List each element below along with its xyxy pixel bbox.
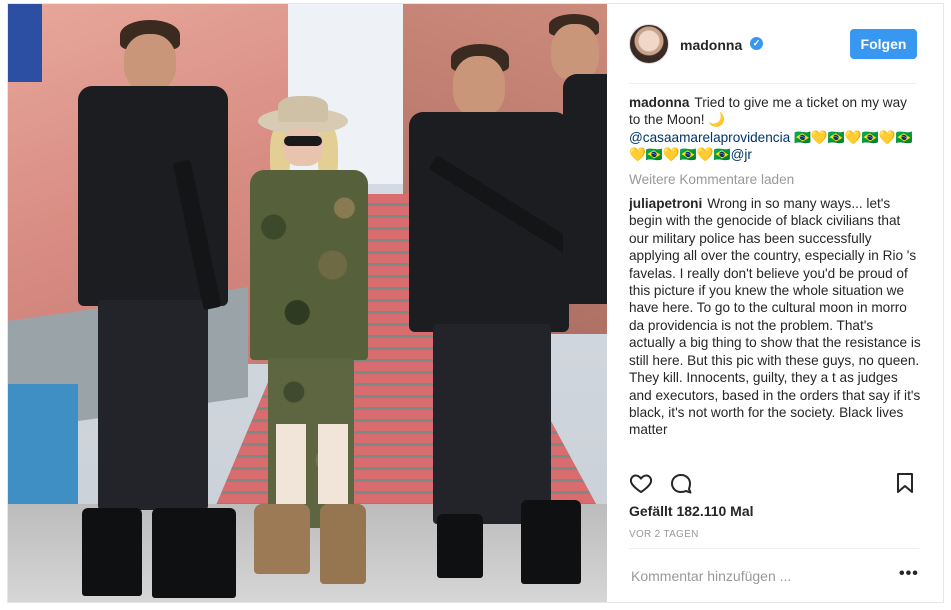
comment-author[interactable]: juliapetroni bbox=[629, 196, 702, 211]
avatar[interactable] bbox=[629, 24, 669, 64]
more-options-icon[interactable]: ••• bbox=[899, 566, 919, 582]
photo-woman-center bbox=[240, 96, 380, 598]
photo-officer-left bbox=[68, 20, 238, 600]
header-divider bbox=[629, 83, 917, 84]
speech-bubble-icon[interactable] bbox=[669, 471, 693, 500]
load-more-comments-link[interactable]: Weitere Kommentare laden bbox=[629, 171, 921, 188]
action-bar bbox=[629, 471, 919, 501]
post-photo[interactable] bbox=[8, 4, 607, 602]
comment-item: juliapetroni Wrong in so many ways... let… bbox=[629, 195, 921, 439]
post-timestamp[interactable]: VOR 2 TAGEN bbox=[629, 529, 699, 540]
post-header: madonna ✓ Folgen bbox=[607, 4, 943, 84]
heart-icon[interactable] bbox=[629, 471, 653, 500]
bookmark-icon[interactable] bbox=[895, 472, 915, 499]
caption-tag-link[interactable]: @casaamarelaprovidencia bbox=[629, 130, 790, 145]
photo-banner bbox=[8, 4, 42, 82]
verified-badge-icon: ✓ bbox=[750, 37, 763, 50]
post-side-panel: madonna ✓ Folgen madonna Tried to give me… bbox=[607, 4, 943, 602]
instagram-post: madonna ✓ Folgen madonna Tried to give me… bbox=[7, 3, 944, 603]
caption-author[interactable]: madonna bbox=[629, 95, 689, 110]
photo-officer-right bbox=[543, 14, 607, 314]
follow-button[interactable]: Folgen bbox=[850, 29, 917, 59]
likes-count[interactable]: Gefällt 182.110 Mal bbox=[629, 503, 754, 519]
footer-divider bbox=[629, 548, 919, 549]
caption: madonna Tried to give me a ticket on my w… bbox=[629, 94, 921, 164]
comment-text: Wrong in so many ways... let's begin wit… bbox=[629, 196, 921, 438]
add-comment-input[interactable] bbox=[631, 566, 881, 586]
header-username[interactable]: madonna bbox=[680, 37, 742, 53]
caption-tag2-link[interactable]: @jr bbox=[731, 147, 752, 162]
comments-section: madonna Tried to give me a ticket on my w… bbox=[629, 94, 921, 459]
